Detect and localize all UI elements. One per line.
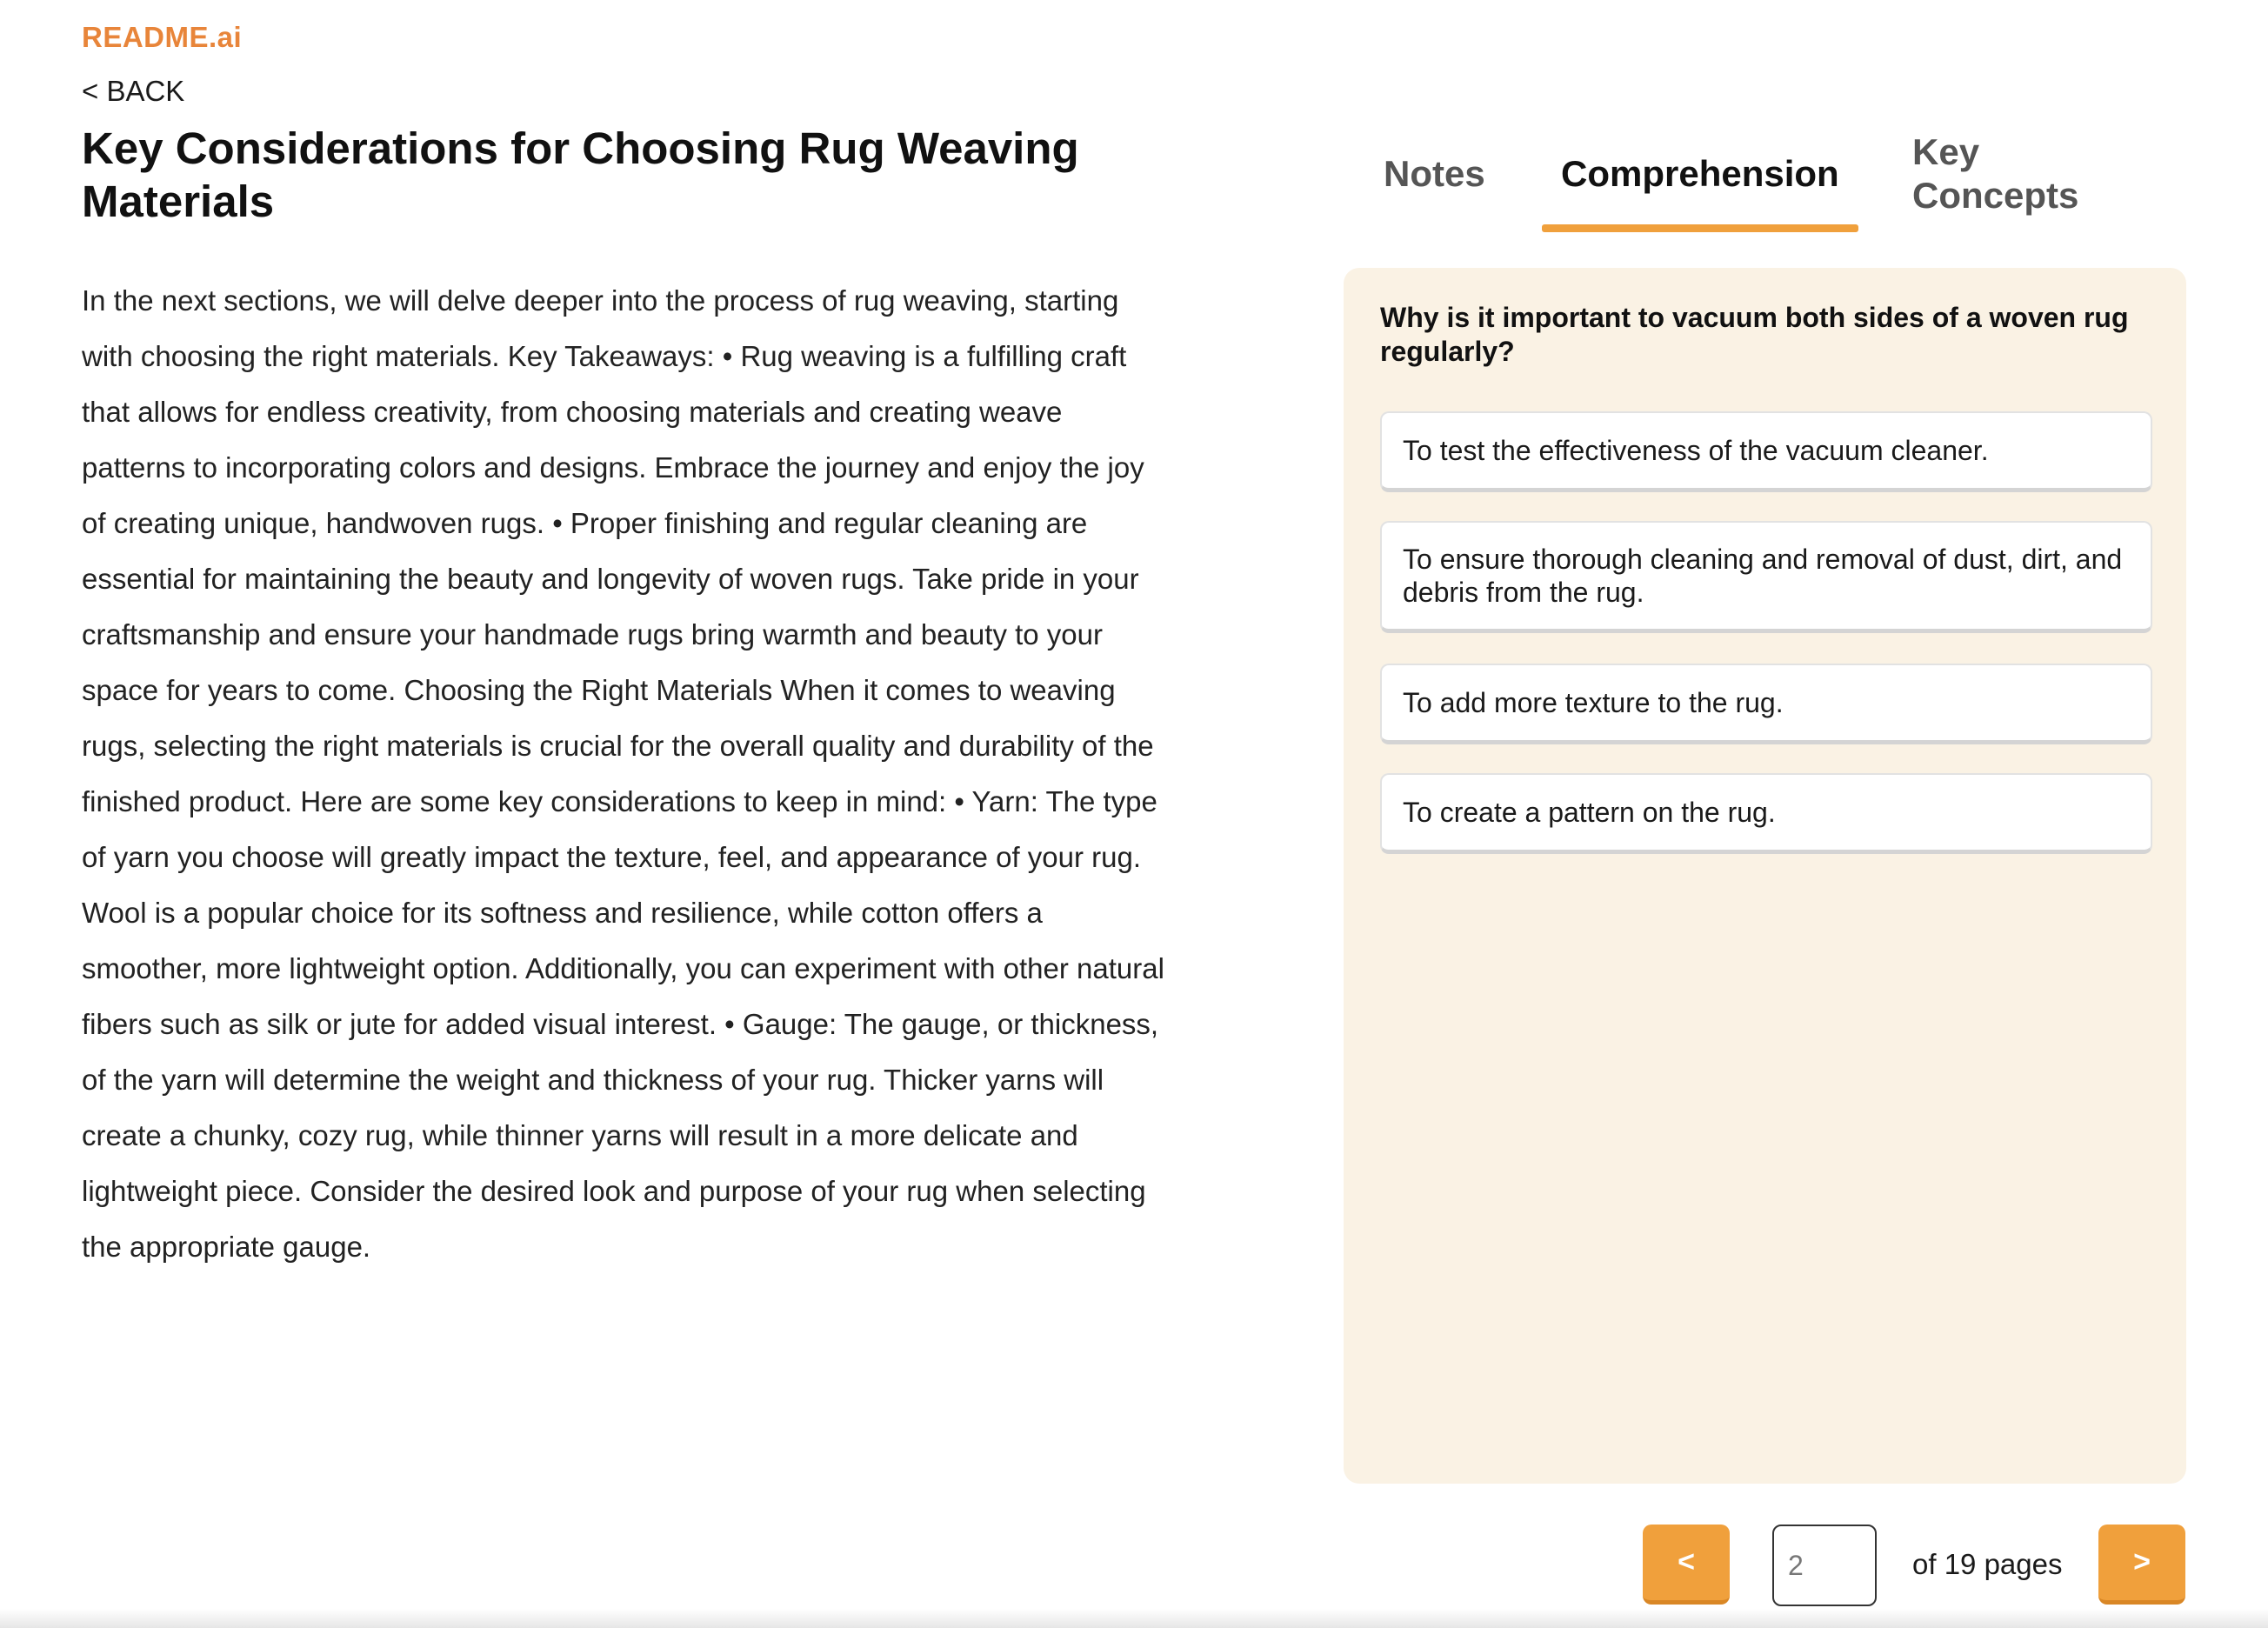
next-page-button[interactable]: > [2098,1525,2185,1605]
tab-comprehension[interactable]: Comprehension [1561,152,1839,196]
tab-bar: Notes Comprehension Key Concepts [1344,122,2183,235]
comprehension-panel: Why is it important to vacuum both sides… [1344,268,2186,1484]
answer-option[interactable]: To add more texture to the rug. [1380,664,2152,744]
page-title: Key Considerations for Choosing Rug Weav… [82,123,1079,226]
page-total-label: of 19 pages [1912,1548,2063,1580]
article-body: In the next sections, we will delve deep… [82,284,1164,1263]
back-link[interactable]: < BACK [82,75,184,108]
brand-logo: README.ai [82,21,243,53]
answer-option[interactable]: To test the effectiveness of the vacuum … [1380,411,2152,492]
bottom-edge-shadow [0,1609,2268,1628]
quiz-question: Why is it important to vacuum both sides… [1380,302,2129,367]
active-tab-indicator [1542,224,1858,232]
page-number-input[interactable] [1772,1525,1877,1606]
answer-option[interactable]: To create a pattern on the rug. [1380,773,2152,854]
tab-key-concepts[interactable]: Key Concepts [1912,130,2112,217]
previous-page-button[interactable]: < [1643,1525,1730,1605]
tab-notes[interactable]: Notes [1384,152,1485,196]
answer-option[interactable]: To ensure thorough cleaning and removal … [1380,521,2152,633]
